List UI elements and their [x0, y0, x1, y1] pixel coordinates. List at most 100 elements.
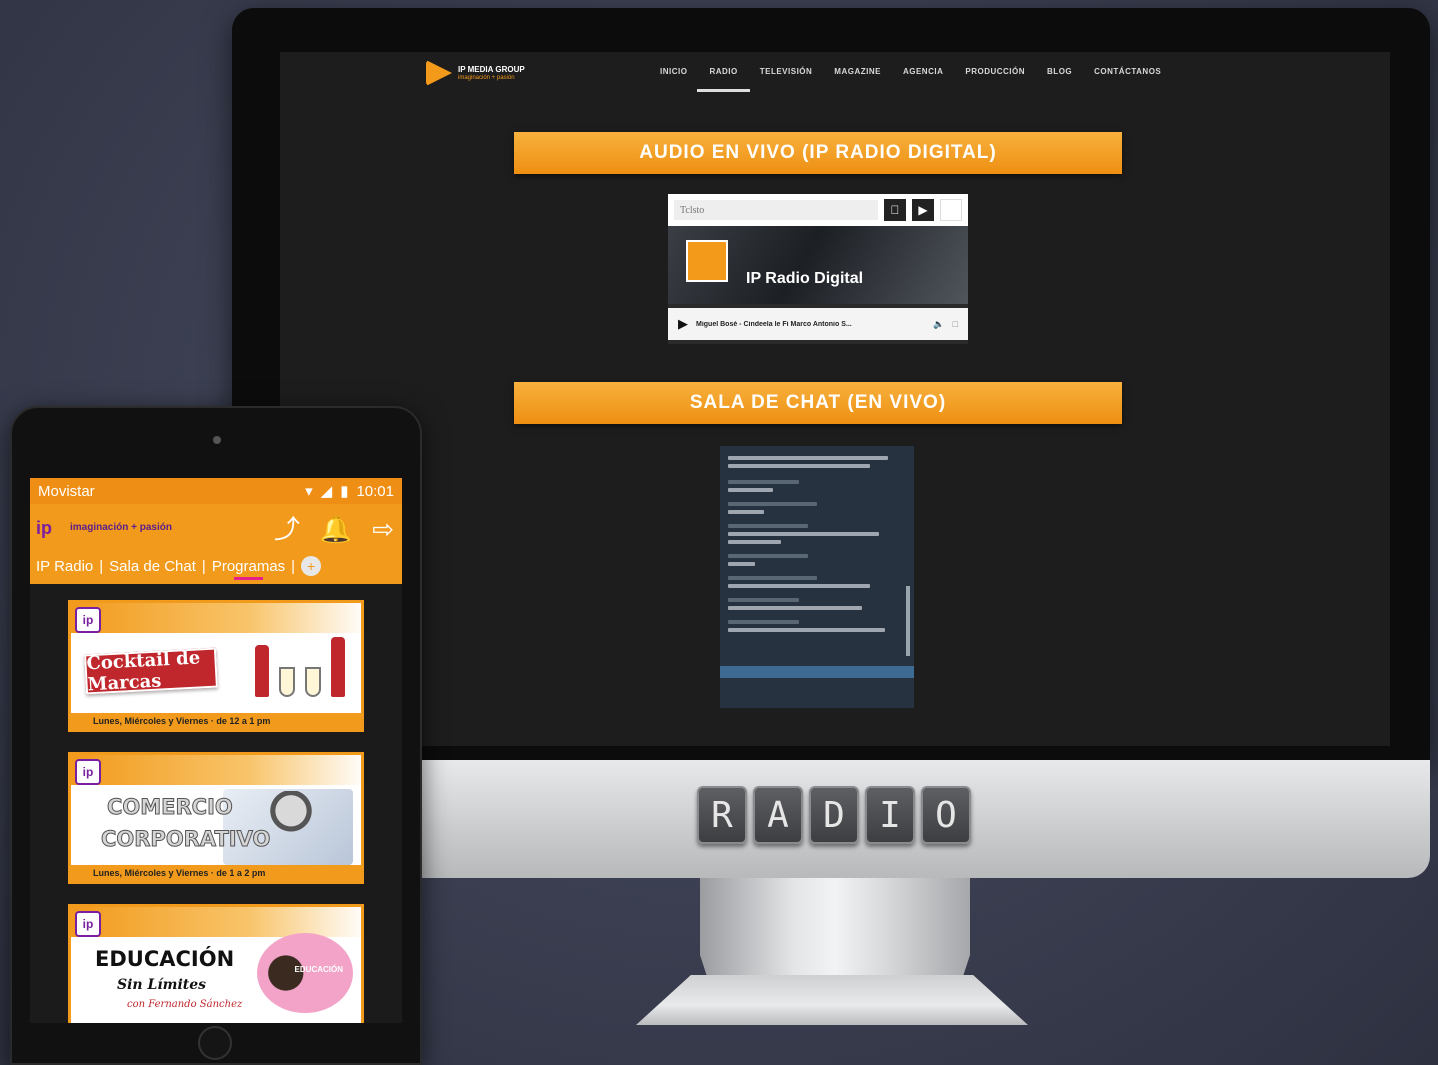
radio-key-label: R A D I O: [697, 786, 971, 844]
nav-item-radio[interactable]: RADIO: [697, 67, 751, 92]
card-header-band: [71, 755, 361, 785]
ip-logo-icon: ip: [75, 911, 101, 937]
nav-item-contactanos[interactable]: CONTÁCTANOS: [1094, 67, 1161, 76]
chat-section-title: SALA DE CHAT (EN VIVO): [514, 382, 1122, 424]
radio-key: R: [697, 786, 747, 844]
status-time: 10:01: [356, 482, 394, 500]
monitor-stand: [700, 878, 970, 988]
app-tagline: imaginación + pasión: [70, 522, 172, 533]
monitor-foot: [636, 975, 1028, 1025]
program-host: con Fernando Sánchez: [127, 999, 243, 1010]
tab-sala-de-chat[interactable]: Sala de Chat: [109, 558, 196, 575]
chat-message: [728, 562, 755, 566]
station-logo-icon: [686, 240, 728, 282]
chat-message: [728, 584, 871, 588]
nav-item-agencia[interactable]: AGENCIA: [903, 67, 943, 76]
player-toolbar: Tclsto  ▶: [668, 194, 968, 226]
share-icon[interactable]: ⤴: [274, 514, 300, 544]
chat-message: [728, 480, 800, 484]
chat-scrollbar[interactable]: [906, 586, 910, 656]
chat-message: [728, 628, 885, 632]
chat-message: [728, 524, 809, 528]
site-logo[interactable]: IP MEDIA GROUP imaginación + pasión: [426, 60, 525, 86]
audio-section-title: AUDIO EN VIVO (IP RADIO DIGITAL): [514, 132, 1122, 174]
app-tabs: IP Radio | Sala de Chat | Programas | +: [36, 556, 322, 580]
app-header: ip imaginación + pasión ⤴ 🔔 ⇨ IP Radio |…: [30, 504, 402, 584]
radio-key: A: [753, 786, 803, 844]
program-badge-text: EDUCACIÓN: [294, 965, 343, 974]
chat-widget[interactable]: [720, 446, 914, 708]
ip-logo-icon: ip: [75, 607, 101, 633]
home-button[interactable]: [198, 1026, 232, 1060]
tab-separator: |: [291, 557, 296, 575]
program-card-cocktail[interactable]: ip Cocktail de Marcas Lunes, Miércoles y…: [68, 600, 364, 732]
nav-item-inicio[interactable]: INICIO: [660, 67, 687, 76]
program-card-educacion[interactable]: ip EDUCACIÓN Sin Límites con Fernando Sá…: [68, 904, 364, 1023]
more-tabs-icon[interactable]: +: [301, 556, 322, 576]
chat-message: [728, 456, 889, 460]
tab-programas[interactable]: Programas: [212, 558, 285, 580]
bell-icon[interactable]: 🔔: [320, 514, 352, 544]
radio-player: Tclsto  ▶ IP Radio Digital ▶ Miguel Bos…: [668, 194, 968, 344]
nav-item-television[interactable]: TELEVISIÓN: [760, 67, 813, 76]
radio-key: O: [921, 786, 971, 844]
play-icon[interactable]: ▶: [678, 316, 688, 332]
program-title: EDUCACIÓN: [95, 947, 235, 971]
card-header-band: [71, 603, 361, 633]
card-header-band: [71, 907, 361, 937]
program-title-line2: CORPORATIVO: [100, 827, 271, 852]
nav-item-produccion[interactable]: PRODUCCIÓN: [965, 67, 1025, 76]
signal-icon: ◢: [320, 483, 333, 500]
glass-icon: [305, 667, 321, 697]
program-schedule: Lunes, Miércoles y Viernes · de 12 a 1 p…: [71, 713, 361, 729]
ip-logo-icon: ip: [75, 759, 101, 785]
player-search-field[interactable]: Tclsto: [674, 200, 878, 220]
chat-message: [728, 606, 862, 610]
player-controls: ▶ Miguel Bosé - Cindeela le Fi Marco Ant…: [668, 308, 968, 340]
site-header: IP MEDIA GROUP imaginación + pasión INIC…: [280, 52, 1390, 98]
nav-item-magazine[interactable]: MAGAZINE: [834, 67, 881, 76]
chat-message: [728, 510, 764, 514]
chat-message: [728, 464, 871, 468]
menu-icon[interactable]: [940, 199, 962, 221]
radio-key: I: [865, 786, 915, 844]
program-card-comercio[interactable]: ip COMERCIO CORPORATIVO Lunes, Miércoles…: [68, 752, 364, 884]
microphone-icon: [269, 791, 313, 857]
bottle-icon: [255, 645, 269, 697]
battery-icon: ▮: [340, 483, 349, 500]
chat-message: [728, 540, 782, 544]
tablet-app-screen: Movistar ▾ ◢ ▮ 10:01 ip imaginación + pa…: [30, 478, 402, 1023]
chat-message: [728, 488, 773, 492]
wifi-icon: ▾: [305, 483, 313, 500]
exit-icon[interactable]: ⇨: [372, 514, 394, 544]
program-subtitle: Sin Límites: [117, 977, 207, 993]
bottle-icon: [331, 637, 345, 697]
track-title: Miguel Bosé - Cindeela le Fi Marco Anton…: [696, 320, 852, 328]
chat-input[interactable]: [720, 666, 914, 678]
play-store-icon[interactable]: ▶: [912, 199, 934, 221]
program-title: Cocktail de Marcas: [84, 647, 218, 695]
brand-name: IP MEDIA GROUP: [458, 65, 525, 74]
chat-message: [728, 598, 800, 602]
camera-icon: [213, 436, 221, 444]
chat-message: [728, 576, 817, 580]
radio-key: D: [809, 786, 859, 844]
tab-ip-radio[interactable]: IP Radio: [36, 558, 93, 575]
program-schedule: Lunes, Miércoles y Viernes · de 1 a 2 pm: [71, 865, 361, 881]
cocktail-illustration: [255, 637, 345, 697]
tab-separator: |: [99, 557, 104, 575]
brand-tagline: imaginación + pasión: [458, 75, 515, 81]
station-name: IP Radio Digital: [746, 270, 864, 287]
apple-icon[interactable]: : [884, 199, 906, 221]
status-bar: Movistar ▾ ◢ ▮ 10:01: [30, 478, 402, 504]
volume-icon[interactable]: 🔈: [933, 319, 944, 330]
chat-message: [728, 532, 880, 536]
tab-separator: |: [201, 557, 206, 575]
chat-message: [728, 620, 800, 624]
program-title-line1: COMERCIO: [107, 795, 234, 820]
desktop-website: IP MEDIA GROUP imaginación + pasión INIC…: [280, 52, 1390, 746]
nav-item-blog[interactable]: BLOG: [1047, 67, 1072, 76]
app-logo[interactable]: ip: [36, 518, 62, 540]
main-nav: INICIO RADIO TELEVISIÓN MAGAZINE AGENCIA…: [660, 67, 1161, 92]
popout-icon[interactable]: □: [953, 319, 958, 329]
